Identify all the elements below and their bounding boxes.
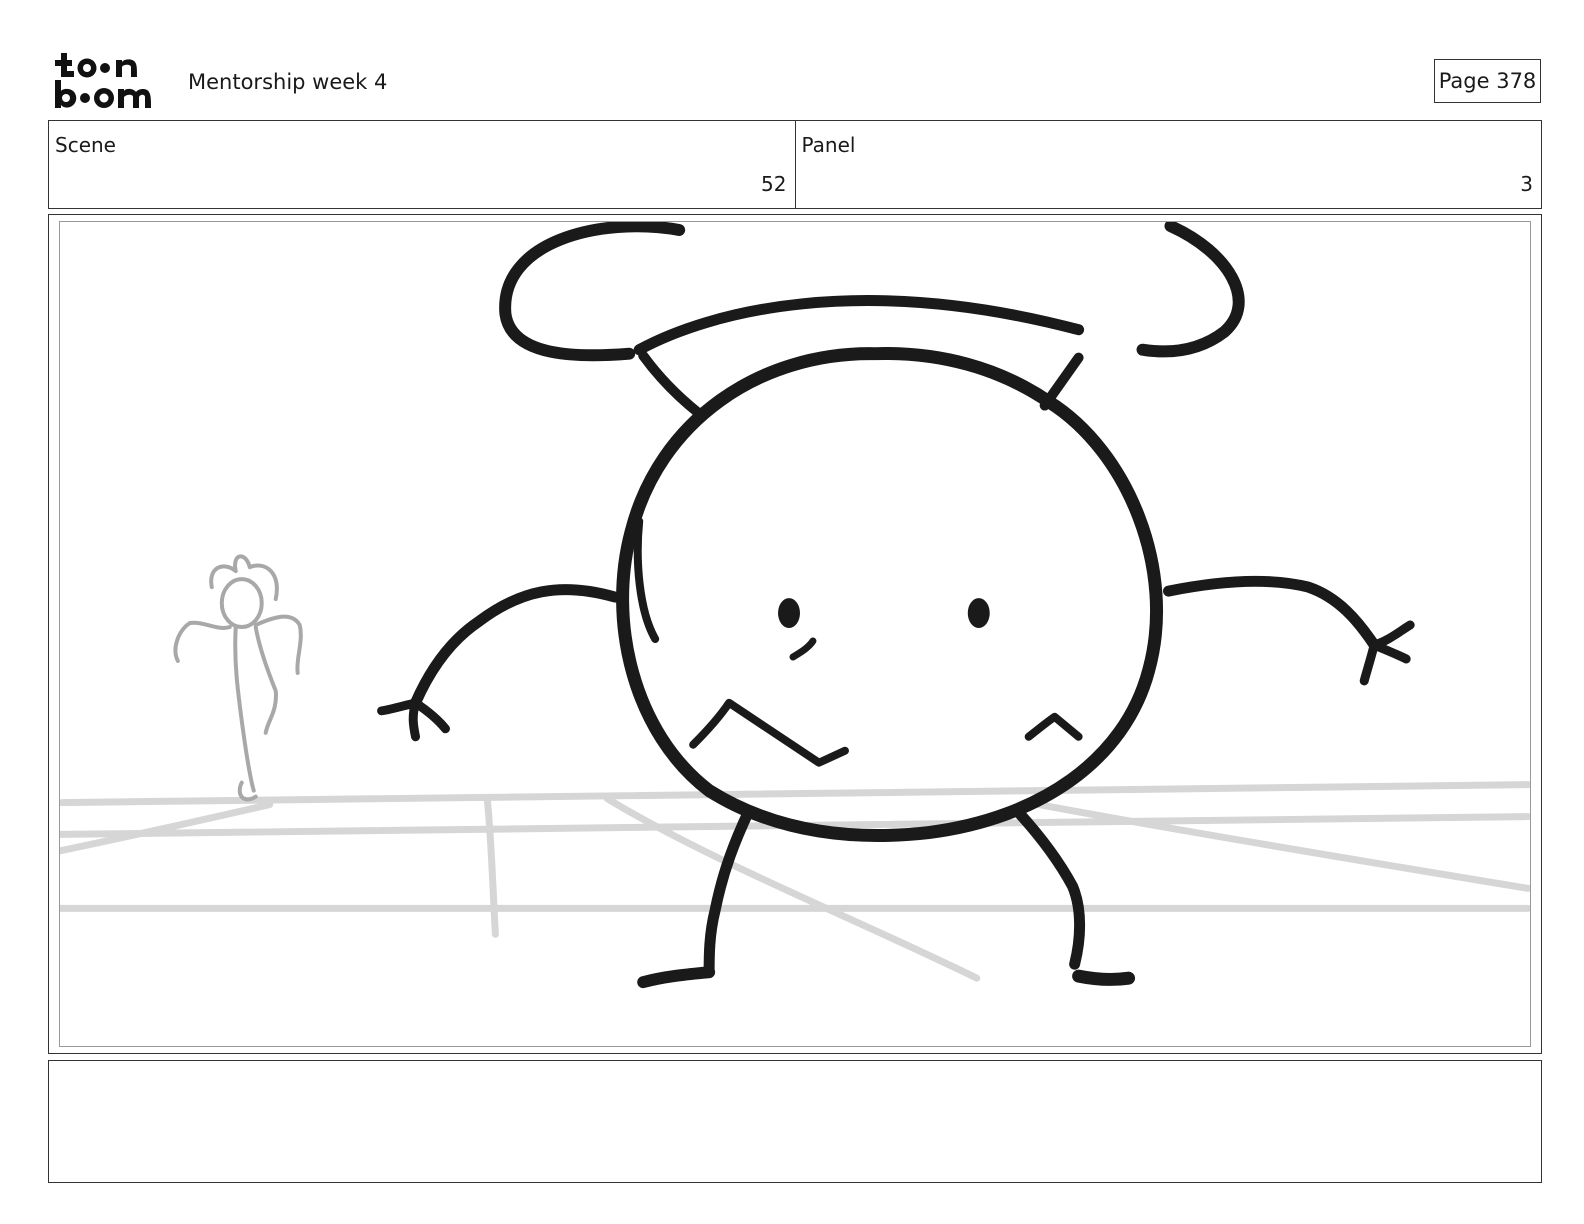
character-cheek xyxy=(789,637,817,661)
character-body-inner xyxy=(633,517,660,643)
character-hat-left xyxy=(638,350,705,419)
background-character xyxy=(173,554,303,802)
character-left-eye xyxy=(778,598,800,629)
panel-label: Panel xyxy=(801,133,856,157)
storyboard-sketch xyxy=(60,222,1530,989)
panel-cell: Panel 3 xyxy=(794,121,1542,208)
character-right-eye xyxy=(967,598,990,629)
panel-notes xyxy=(48,1060,1542,1183)
character-left-hand-on-body xyxy=(689,698,849,767)
character-right-leg xyxy=(1013,807,1086,970)
character-body xyxy=(616,347,1163,842)
character-left-loop xyxy=(499,222,686,362)
character-left-arm xyxy=(410,584,621,709)
character-left-hand xyxy=(377,698,450,742)
character-left-leg xyxy=(703,805,755,978)
page-number: Page 378 xyxy=(1434,59,1541,103)
scene-cell: Scene 52 xyxy=(49,121,795,208)
storyboard-panel-frame xyxy=(48,214,1542,1054)
character-left-foot xyxy=(637,966,716,989)
scene-number: 52 xyxy=(761,172,787,196)
project-title: Mentorship week 4 xyxy=(188,70,388,94)
scene-panel-info: Scene 52 Panel 3 xyxy=(48,120,1542,209)
main-character xyxy=(377,222,1415,989)
character-right-arm xyxy=(1162,575,1380,651)
panel-number: 3 xyxy=(1520,172,1533,196)
ground-grid xyxy=(60,781,1530,982)
character-hat-brim xyxy=(633,295,1085,356)
scene-label: Scene xyxy=(55,133,116,157)
character-right-foot xyxy=(1072,969,1136,986)
storyboard-panel-image xyxy=(59,221,1531,1047)
character-right-loop xyxy=(1136,222,1245,358)
toon-boom-logo xyxy=(52,50,164,112)
character-right-hand-on-body xyxy=(1024,712,1083,741)
